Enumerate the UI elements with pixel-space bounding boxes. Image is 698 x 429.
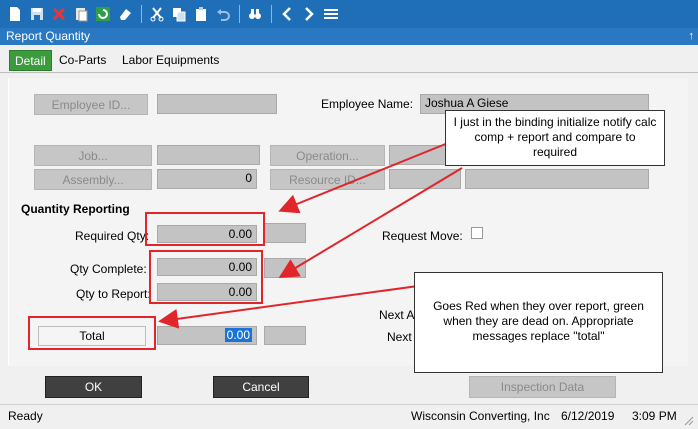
status-company: Wisconsin Converting, Inc <box>411 409 550 423</box>
arrow-to-qty <box>278 167 463 279</box>
status-time: 3:09 PM <box>632 409 677 423</box>
arrow-to-required <box>278 142 449 214</box>
status-text: Ready <box>8 409 43 423</box>
status-date: 6/12/2019 <box>561 409 615 423</box>
callout-binding-note: I just in the binding initialize notify … <box>445 110 665 166</box>
resize-grip-icon[interactable] <box>682 414 694 426</box>
callout-total-note: Goes Red when they over report, green wh… <box>414 272 663 373</box>
arrow-to-total <box>158 285 419 329</box>
